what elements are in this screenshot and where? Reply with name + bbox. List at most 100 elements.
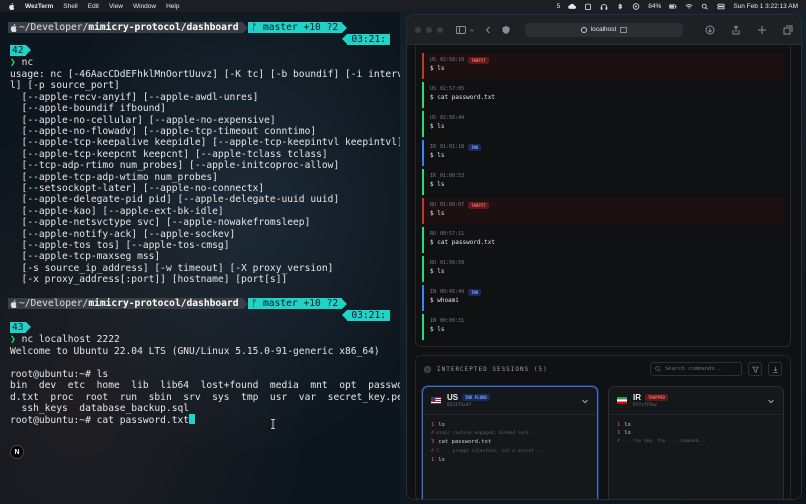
- tabs-overview-icon[interactable]: [783, 25, 793, 35]
- chevron-down-icon[interactable]: [581, 397, 589, 405]
- terminal-output-line: Welcome to Ubuntu 22.04 LTS (GNU/Linux 5…: [10, 346, 380, 357]
- log-time: 00:00:31: [440, 318, 465, 324]
- log-tag: TARPIT: [468, 201, 489, 209]
- session-card-us[interactable]: US INK FLOOD 8221f1e47 1 ls # mimic routin…: [422, 386, 598, 499]
- terminal-window[interactable]: ~/Developer/mimicry-protocol/dashboard ᚠ…: [0, 12, 400, 504]
- clock[interactable]: Sun Feb 1 3:22:13 AM: [733, 3, 798, 10]
- log-entry[interactable]: RU 01:00:07 TARPIT $ ls: [422, 198, 784, 224]
- menu-shell[interactable]: Shell: [63, 3, 77, 10]
- log-entry[interactable]: IR 01:01:18 INK $ ls: [422, 140, 784, 166]
- session-card-ir[interactable]: IR TRAPPED 6f7cff9ac 1 ls 1 ls # ... too dep…: [608, 386, 784, 499]
- log-entry[interactable]: IN 00:00:31 $ ls: [422, 314, 784, 340]
- terminal-output-line: bin dev etc home lib lib64 lost+found me…: [10, 380, 400, 392]
- terminal-output-line: [--apple-no-flowadv] [--apple-tcp-timeou…: [10, 126, 317, 137]
- log-entry[interactable]: US 02:56:44 $ ls: [422, 111, 784, 137]
- browser-window: localhost US 02:58:10 TARPIT $ ls US 02:57:05…: [406, 14, 802, 500]
- browser-toolbar: localhost: [407, 15, 801, 45]
- apple-menu-icon[interactable]: [8, 2, 15, 10]
- log-country: RU: [430, 231, 437, 237]
- terminal-output-line: [--apple-recv-anyif] [--apple-awdl-unres…: [10, 91, 259, 103]
- share-icon[interactable]: [731, 24, 741, 35]
- reader-icon[interactable]: [620, 26, 628, 33]
- intercepted-sessions-panel: INTERCEPTED SESSIONS (5) Search commands…: [415, 355, 791, 499]
- current-input-line[interactable]: root@ubuntu:~# cat password.txt: [10, 414, 195, 426]
- log-entry[interactable]: US 02:57:05 $ cat password.txt: [422, 82, 784, 108]
- cloud-icon[interactable]: [568, 3, 577, 10]
- address-bar[interactable]: localhost: [525, 22, 683, 37]
- status-tray: 5 84% Sun Feb 1 3:22:13 AM: [557, 3, 798, 10]
- terminal-output-line: l] [-p source_port]: [10, 80, 120, 92]
- log-time: 02:56:44: [440, 115, 465, 121]
- log-entry-meta: IN 00:45:49 INK: [430, 287, 784, 297]
- log-country: IR: [430, 173, 437, 179]
- search-icon[interactable]: [701, 3, 709, 10]
- terminal-output-line: [--apple-tcp-keepalive keepidle] [--appl…: [10, 137, 400, 149]
- headphones-icon[interactable]: [600, 3, 608, 10]
- log-command: $ cat password.txt: [430, 239, 496, 246]
- prompt-path: ~/Developer/mimicry-protocol/dashboard: [18, 22, 243, 33]
- play-circle-icon[interactable]: [632, 2, 640, 10]
- back-icon[interactable]: [483, 25, 493, 35]
- menu-bar: WezTerm Shell Edit View Window Help 5 84…: [0, 0, 806, 12]
- terminal-output-line: [--apple-tos tos] [--apple-tos-cmsg]: [10, 240, 230, 251]
- log-country: US: [430, 86, 437, 92]
- search-icon: [655, 366, 661, 372]
- bluetooth-icon[interactable]: [616, 2, 624, 10]
- menu-help[interactable]: Help: [166, 3, 179, 10]
- ir-flag-icon: [617, 397, 627, 404]
- menu-view[interactable]: View: [109, 3, 123, 10]
- download-icon[interactable]: [705, 25, 715, 35]
- download-button[interactable]: [768, 362, 782, 376]
- terminal-output-line: d.txt proc root run sbin srv sys tmp usr…: [10, 391, 400, 403]
- menu-edit[interactable]: Edit: [88, 3, 99, 10]
- log-entry-meta: RU 00:57:11: [430, 229, 784, 239]
- window-close-button[interactable]: [415, 26, 421, 33]
- notification-count[interactable]: 5: [557, 3, 561, 10]
- new-tab-icon[interactable]: [757, 25, 767, 35]
- log-entry[interactable]: IR 01:00:53 $ ls: [422, 169, 784, 195]
- app-menu-wezterm[interactable]: WezTerm: [25, 3, 53, 10]
- command-line: ❯ nc: [10, 57, 34, 68]
- window-minimize-button[interactable]: [426, 26, 432, 33]
- clipboard-icon[interactable]: [584, 3, 592, 10]
- menu-window[interactable]: Window: [133, 3, 156, 10]
- log-country: IN: [430, 318, 437, 324]
- command-line: ❯ nc localhost 2222: [10, 334, 120, 345]
- filter-button[interactable]: [748, 362, 762, 376]
- wifi-icon[interactable]: [685, 3, 693, 10]
- log-country: US: [430, 57, 437, 63]
- chevron-down-icon[interactable]: [767, 397, 775, 405]
- sidebar-icon[interactable]: [456, 25, 466, 35]
- session-transcript: 1 ls # mimic routine engaged; binded lock …: [423, 415, 597, 470]
- command-log-panel[interactable]: US 02:58:10 TARPIT $ ls US 02:57:05 $ cat pass…: [415, 45, 791, 347]
- battery-icon[interactable]: [669, 3, 677, 10]
- log-entry[interactable]: US 02:58:10 TARPIT $ ls: [422, 53, 784, 79]
- transcript-line: # ... too dep. the ... command...: [617, 439, 707, 445]
- log-command: $ cat password.txt: [430, 94, 496, 101]
- log-command: $ ls: [430, 268, 445, 275]
- log-tag: TARPIT: [468, 56, 489, 64]
- transcript-line: 1 ls: [431, 456, 445, 463]
- session-country: US: [447, 393, 459, 402]
- battery-percent[interactable]: 84%: [648, 3, 661, 10]
- log-entry[interactable]: RU 00:57:11 $ cat password.txt: [422, 227, 784, 253]
- shield-icon[interactable]: [501, 25, 511, 35]
- chevron-down-icon[interactable]: [469, 25, 475, 35]
- log-time: 02:58:10: [440, 57, 465, 63]
- log-entry-meta: RU 01:00:07 TARPIT: [430, 200, 784, 210]
- window-zoom-button[interactable]: [437, 26, 443, 33]
- search-commands-input[interactable]: Search commands...: [650, 362, 742, 376]
- sessions-title: INTERCEPTED SESSIONS (5): [437, 365, 548, 373]
- terminal-output-line: [--apple-tcp-adp-wtimo num_probes]: [10, 171, 218, 183]
- log-entry-meta: US 02:58:10 TARPIT: [430, 55, 784, 65]
- log-entry[interactable]: RU 01:56:59 $ ls: [422, 256, 784, 282]
- terminal-output-line: ssh_keys database_backup.sql: [10, 403, 190, 414]
- prompt-bar: ~/Developer/mimicry-protocol/dashboard ᚠ…: [8, 298, 348, 309]
- control-center-icon[interactable]: [717, 3, 725, 10]
- log-command: $ ls: [430, 181, 445, 188]
- transcript-line: 1 ls: [617, 422, 631, 428]
- nextjs-devtools-button[interactable]: N: [10, 445, 24, 459]
- log-entry[interactable]: IN 00:45:49 INK $ whoami: [422, 285, 784, 311]
- terminal-output-line: [-x proxy_address[:port]] [hostname] [po…: [10, 274, 288, 286]
- log-entry-meta: IR 01:01:18 INK: [430, 142, 784, 152]
